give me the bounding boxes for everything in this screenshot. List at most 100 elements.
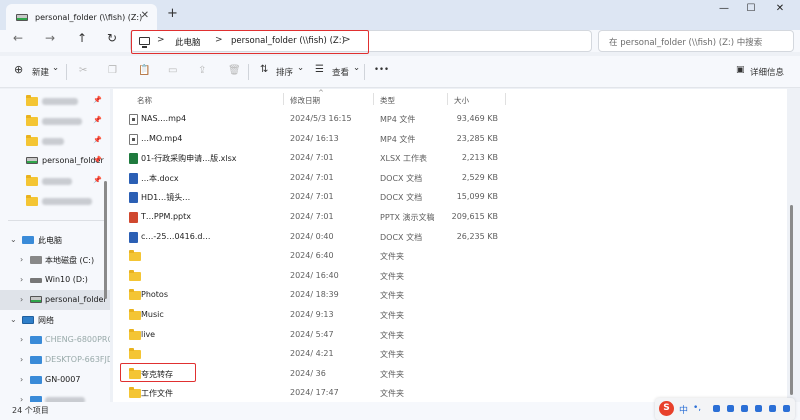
file-name: live <box>141 329 156 339</box>
chevron-right-icon[interactable]: › <box>20 355 23 364</box>
table-row[interactable]: Photos 2024/ 18:39 文件夹 <box>113 285 787 305</box>
chevron-right-icon[interactable]: › <box>20 375 23 384</box>
sidebar-item-pinned-1[interactable]: 📌 <box>0 91 110 111</box>
new-button[interactable]: 新建 <box>32 66 49 78</box>
table-row[interactable]: 01-行政采购申请…版.xlsx 2024/ 7:01 XLSX 工作表 2,213 … <box>113 148 787 168</box>
pin-icon[interactable]: 📌 <box>93 156 102 164</box>
search-box[interactable]: 在 personal_folder (\\fish) (Z:) 中搜索 <box>598 30 794 52</box>
sidebar-item-label: personal_folder (\ <box>45 295 110 304</box>
toolbox-icon[interactable] <box>769 405 776 412</box>
table-row[interactable]: 2024/ 4:21 文件夹 <box>113 344 787 364</box>
sidebar-item-network-pc-3[interactable]: › GN-0007 <box>0 370 110 390</box>
chevron-down-icon[interactable]: ⌄ <box>10 235 17 244</box>
sidebar-item-pinned-2[interactable]: 📌 <box>0 111 110 131</box>
cut-icon[interactable]: ✂ <box>79 65 87 76</box>
address-bar[interactable]: > 此电脑 > personal_folder (\\fish) (Z:) > <box>130 30 592 54</box>
file-type: 文件夹 <box>380 389 404 399</box>
table-row[interactable]: …本.docx 2024/ 7:01 DOCX 文档 2,529 KB <box>113 168 787 188</box>
hard-drive-icon <box>30 256 42 264</box>
table-row[interactable]: NAS….mp4 2024/5/3 16:15 MP4 文件 93,469 KB <box>113 109 787 129</box>
sidebar-item-personal-folder-pinned[interactable]: personal_folder 📌 <box>0 151 110 171</box>
column-divider[interactable] <box>447 93 448 105</box>
sidebar-item-personal-folder-drive[interactable]: › personal_folder (\ <box>0 290 110 310</box>
skin-icon[interactable] <box>755 405 762 412</box>
ime-punctuation-toggle[interactable]: •, <box>693 403 701 413</box>
paste-icon[interactable]: 📋 <box>138 65 150 76</box>
ime-toolbar[interactable]: S 中 •, <box>655 398 795 420</box>
maximize-button[interactable]: ☐ <box>741 3 761 19</box>
sogou-logo-icon[interactable]: S <box>659 401 674 416</box>
keyboard-icon[interactable] <box>727 405 734 412</box>
sort-button[interactable]: 排序 <box>276 66 293 78</box>
table-row[interactable]: …MO.mp4 2024/ 16:13 MP4 文件 23,285 KB <box>113 129 787 149</box>
table-row[interactable]: HD1…镜头… 2024/ 7:01 DOCX 文档 15,099 KB <box>113 187 787 207</box>
rename-icon[interactable]: ▭ <box>168 65 177 76</box>
pin-icon[interactable]: 📌 <box>93 136 102 144</box>
table-row[interactable]: T…PPM.pptx 2024/ 7:01 PPTX 演示文稿 209,615 KB <box>113 207 787 227</box>
share-icon[interactable]: ⇪ <box>198 65 206 76</box>
ime-language-toggle[interactable]: 中 <box>679 403 688 416</box>
sidebar-item-network-pc-2[interactable]: › DESKTOP-663FJD <box>0 350 110 370</box>
chevron-right-icon[interactable]: › <box>20 255 23 264</box>
table-row[interactable]: 2024/ 6:40 文件夹 <box>113 246 787 266</box>
sidebar-item-network[interactable]: ⌄ 网络 <box>0 310 110 330</box>
pin-icon[interactable]: 📌 <box>93 96 102 104</box>
sidebar-item-this-pc[interactable]: ⌄ 此电脑 <box>0 230 110 250</box>
column-divider[interactable] <box>505 93 506 105</box>
sidebar-scrollbar[interactable] <box>104 181 107 299</box>
column-header-type[interactable]: 类型 <box>380 95 395 106</box>
search-placeholder: 在 personal_folder (\\fish) (Z:) 中搜索 <box>609 38 763 48</box>
tab-close-icon[interactable]: ✕ <box>141 10 149 21</box>
column-header-modified[interactable]: 修改日期 <box>290 95 320 106</box>
table-row[interactable]: 夸克转存 2024/ 36 文件夹 <box>113 362 787 384</box>
chevron-right-icon[interactable]: › <box>20 295 23 304</box>
pin-icon[interactable]: 📌 <box>93 116 102 124</box>
emoji-icon[interactable] <box>741 405 748 412</box>
chevron-down-icon[interactable]: ⌄ <box>52 63 59 73</box>
details-button[interactable]: 详细信息 <box>750 66 784 78</box>
sidebar-item-label: 此电脑 <box>38 236 62 245</box>
sidebar-item-pinned-3[interactable]: 📌 <box>0 131 110 151</box>
chevron-down-icon[interactable]: ⌄ <box>353 63 360 73</box>
column-divider[interactable] <box>283 93 284 105</box>
sidebar-item-network-pc-4[interactable]: › <box>0 390 110 402</box>
chevron-right-icon[interactable]: › <box>20 275 23 284</box>
column-divider[interactable] <box>373 93 374 105</box>
computer-icon <box>30 356 42 364</box>
file-modified-date: 2024/ 16:40 <box>290 270 339 280</box>
toolbar-divider <box>66 64 67 80</box>
up-button[interactable]: ↑ <box>72 31 92 45</box>
back-button[interactable]: ← <box>8 31 28 45</box>
chevron-down-icon[interactable]: ⌄ <box>297 63 304 73</box>
more-options-button[interactable]: ••• <box>374 65 389 75</box>
chevron-right-icon[interactable]: › <box>20 395 23 402</box>
file-list-scrollbar[interactable] <box>790 205 793 395</box>
view-button[interactable]: 查看 <box>332 66 349 78</box>
refresh-button[interactable]: ↻ <box>102 31 122 45</box>
sidebar-item-label-redacted <box>42 178 72 185</box>
chevron-down-icon[interactable]: ⌄ <box>10 315 17 324</box>
forward-button[interactable]: → <box>40 31 60 45</box>
table-row[interactable]: live 2024/ 5:47 文件夹 <box>113 325 787 345</box>
sidebar-item-network-pc-1[interactable]: › CHENG-6800PRO <box>0 330 110 350</box>
column-header-size[interactable]: 大小 <box>454 95 469 106</box>
microphone-icon[interactable] <box>713 405 720 412</box>
sidebar-item-pinned-6[interactable] <box>0 191 110 211</box>
tab-personal-folder[interactable]: personal_folder (\\fish) (Z:) ✕ <box>6 4 157 30</box>
minimize-button[interactable]: — <box>714 3 734 19</box>
pin-icon[interactable]: 📌 <box>93 176 102 184</box>
sidebar-item-drive-c[interactable]: › 本地磁盘 (C:) <box>0 250 110 270</box>
table-row[interactable]: c…-25…0416.d… 2024/ 0:40 DOCX 文档 26,235 KB <box>113 227 787 247</box>
new-tab-button[interactable]: + <box>167 6 178 21</box>
sidebar-item-drive-d[interactable]: › Win10 (D:) <box>0 270 110 290</box>
table-row[interactable]: Music 2024/ 9:13 文件夹 <box>113 305 787 325</box>
delete-icon[interactable]: 🗑 <box>228 65 241 76</box>
tab-title: personal_folder (\\fish) (Z:) <box>35 12 143 22</box>
close-window-button[interactable]: ✕ <box>770 3 790 19</box>
sidebar-item-pinned-5[interactable]: 📌 <box>0 171 110 191</box>
column-header-name[interactable]: 名称 <box>137 95 152 106</box>
chevron-right-icon[interactable]: › <box>20 335 23 344</box>
table-row[interactable]: 2024/ 16:40 文件夹 <box>113 266 787 286</box>
menu-icon[interactable] <box>783 405 790 412</box>
copy-icon[interactable]: ❐ <box>108 65 117 76</box>
